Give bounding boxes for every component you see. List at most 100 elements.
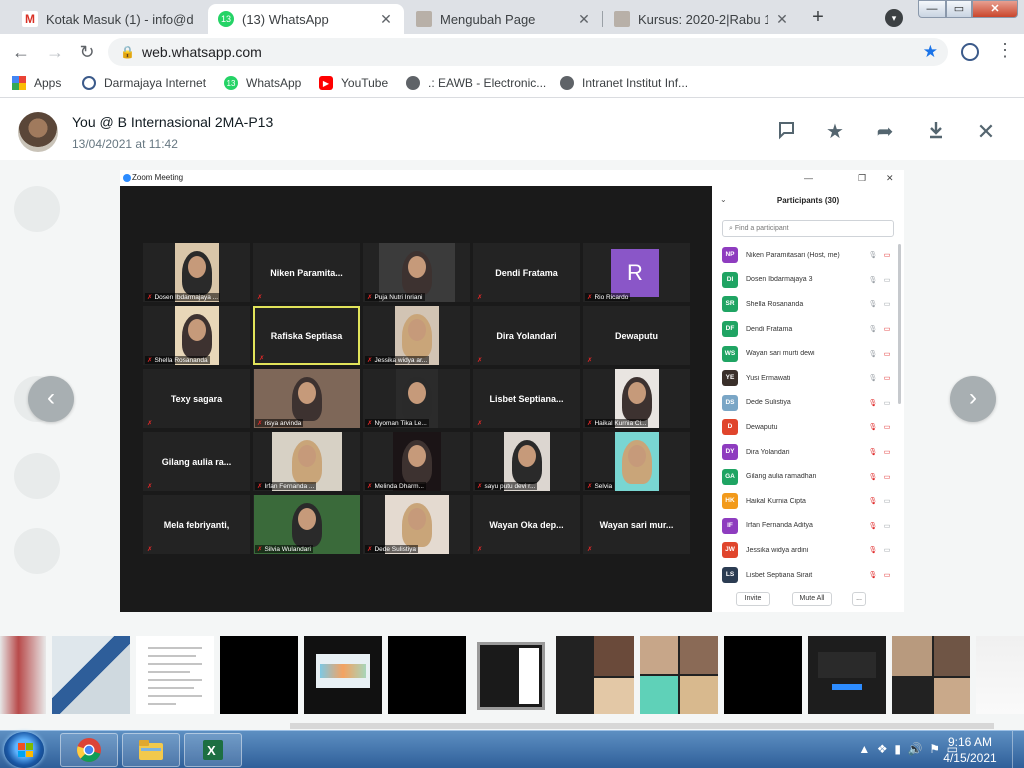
- tab-kursus[interactable]: Kursus: 2020-2|Rabu 10:3 ✕: [604, 4, 800, 34]
- participant-name: Wayan sari mur...: [599, 519, 674, 530]
- participant-row: IF Irfan Fernanda Aditya 🎙 ▭: [722, 514, 894, 539]
- camera-icon: ▭: [883, 498, 891, 506]
- browser-menu-icon[interactable]: ⋮: [996, 40, 1014, 61]
- go-to-message-icon[interactable]: [774, 120, 798, 144]
- participant-caption: ✗ risya arvinda: [255, 419, 304, 427]
- close-icon[interactable]: ✕: [974, 120, 998, 144]
- participant-video-tile: ✗ Haikal Kurnia Ci...: [583, 369, 690, 428]
- forward-arrow-icon[interactable]: →: [44, 41, 66, 63]
- participant-caption: ✗ Dede Sulistiya: [365, 545, 419, 553]
- mic-muted-icon: ✗: [257, 483, 263, 490]
- tab-whatsapp[interactable]: 13 (13) WhatsApp ✕: [208, 4, 404, 34]
- excel-taskbar-button[interactable]: X: [184, 733, 242, 767]
- avatar[interactable]: [18, 112, 58, 152]
- volume-icon[interactable]: 🔊: [908, 742, 923, 756]
- bookmark-whatsapp[interactable]: 13 WhatsApp: [224, 76, 301, 90]
- window-close-button[interactable]: ✕: [972, 0, 1018, 18]
- show-desktop-button[interactable]: [1012, 731, 1024, 768]
- close-tab-icon[interactable]: ✕: [576, 11, 592, 28]
- new-tab-button[interactable]: +: [806, 6, 830, 30]
- participant-name: Wayan sari murti dewi: [746, 350, 815, 358]
- participant-row: JW Jessika widya ardini 🎙 ▭: [722, 538, 894, 563]
- scrollbar: [898, 244, 901, 404]
- media-thumbnail-strip: [0, 636, 1024, 716]
- reload-icon[interactable]: ↻: [76, 41, 98, 63]
- mic-muted-icon: ✗: [477, 420, 483, 427]
- action-center-icon[interactable]: ⚑: [929, 742, 940, 756]
- media-thumbnail[interactable]: [52, 636, 130, 714]
- participant-row: WS Wayan sari murti dewi 🎙 ▭: [722, 341, 894, 366]
- avatar: SR: [722, 296, 738, 313]
- start-button[interactable]: [4, 732, 44, 768]
- media-thumbnail[interactable]: [976, 636, 1024, 714]
- bookmark-eawb[interactable]: .: EAWB - Electronic...: [406, 76, 546, 90]
- moodle-icon: [416, 11, 432, 27]
- extension-icon[interactable]: [961, 43, 979, 61]
- explorer-taskbar-button[interactable]: [122, 733, 180, 767]
- download-icon[interactable]: [924, 120, 948, 144]
- bookmark-intranet[interactable]: Intranet Institut Inf...: [560, 76, 688, 90]
- windows-taskbar: X ▲ ❖ ▮ 🔊 ⚑ ▭ 9:16 AM 4/15/2021: [0, 730, 1024, 768]
- gmail-icon: M: [22, 11, 38, 27]
- media-thumbnail[interactable]: [724, 636, 802, 714]
- zoom-title-bar: Zoom Meeting — ❐ ✕: [120, 170, 904, 186]
- participant-video-tile: Gilang aulia ra... ✗: [143, 432, 250, 491]
- tab-gmail[interactable]: M Kotak Masuk (1) - info@d: [12, 4, 208, 34]
- next-media-button[interactable]: ›: [950, 376, 996, 422]
- thumbnail-scrollbar[interactable]: [290, 723, 994, 729]
- close-tab-icon[interactable]: ✕: [774, 11, 790, 28]
- minimize-button[interactable]: —: [918, 0, 946, 18]
- excel-icon: X: [203, 740, 223, 760]
- participant-caption: ✗ Selvia: [585, 482, 615, 490]
- media-thumbnail[interactable]: [304, 636, 382, 714]
- more-button: ...: [852, 592, 866, 606]
- back-arrow-icon[interactable]: ←: [10, 41, 32, 63]
- mic-icon: 🎙: [868, 326, 878, 334]
- restore-icon: ❐: [858, 173, 867, 183]
- chrome-taskbar-button[interactable]: [60, 733, 118, 767]
- bookmark-apps[interactable]: Apps: [12, 76, 61, 90]
- media-thumbnail[interactable]: [892, 636, 970, 714]
- media-thumbnail[interactable]: [0, 636, 46, 714]
- star-icon[interactable]: ★: [823, 120, 847, 144]
- media-thumbnail[interactable]: [640, 636, 718, 714]
- participant-video-tile: ✗ Shella Rosananda: [143, 306, 250, 365]
- media-thumbnail[interactable]: [556, 636, 634, 714]
- bookmark-star-icon[interactable]: ★: [923, 38, 938, 66]
- apps-grid-icon: [12, 76, 26, 90]
- maximize-button[interactable]: ▭: [946, 0, 972, 18]
- participants-title: Participants (30): [776, 196, 840, 205]
- participant-search: ⌕ Find a participant: [722, 220, 894, 237]
- network-icon[interactable]: ▮: [894, 742, 901, 756]
- mic-muted-icon: ✗: [477, 483, 483, 490]
- participant-row: NP Niken Paramitasari (Host, me) 🎙 ▭: [722, 243, 894, 268]
- close-tab-icon[interactable]: ✕: [378, 11, 394, 28]
- camera-off-icon: ▭: [883, 449, 891, 457]
- participant-row: SR Shella Rosananda 🎙 ▭: [722, 292, 894, 317]
- mic-muted-icon: ✗: [367, 546, 373, 553]
- camera-off-icon: ▭: [883, 350, 891, 358]
- tab-mengubah-page[interactable]: Mengubah Page ✕: [406, 4, 602, 34]
- bookmark-darmajaya[interactable]: Darmajaya Internet: [82, 76, 206, 90]
- mic-muted-icon: 🎙: [868, 399, 878, 407]
- taskbar-clock[interactable]: 9:16 AM 4/15/2021: [940, 734, 1000, 766]
- mic-muted-icon: ✗: [147, 483, 153, 490]
- media-thumbnail[interactable]: [388, 636, 466, 714]
- participant-video-tile: R ✗ Rio Ricardo: [583, 243, 690, 302]
- forward-icon[interactable]: ➦: [873, 120, 897, 144]
- show-hidden-icons-icon[interactable]: ▲: [858, 742, 870, 756]
- address-bar[interactable]: 🔒 web.whatsapp.com ★: [108, 38, 948, 66]
- tab-search-icon[interactable]: ▾: [885, 9, 903, 27]
- camera-off-icon: ▭: [883, 375, 891, 383]
- participant-name: Dosen Ibdarmajaya 3: [746, 276, 813, 284]
- media-thumbnail[interactable]: [136, 636, 214, 714]
- media-thumbnail-selected[interactable]: [477, 642, 545, 710]
- mic-muted-icon: ✗: [367, 420, 373, 427]
- previous-media-button[interactable]: ‹: [28, 376, 74, 422]
- media-thumbnail[interactable]: [808, 636, 886, 714]
- media-thumbnail[interactable]: [220, 636, 298, 714]
- camera-icon: ▭: [883, 301, 891, 309]
- bookmark-youtube[interactable]: ▶ YouTube: [319, 76, 388, 90]
- participant-row: GA Gilang aulia ramadhan 🎙 ▭: [722, 464, 894, 489]
- dropbox-icon[interactable]: ❖: [877, 742, 888, 756]
